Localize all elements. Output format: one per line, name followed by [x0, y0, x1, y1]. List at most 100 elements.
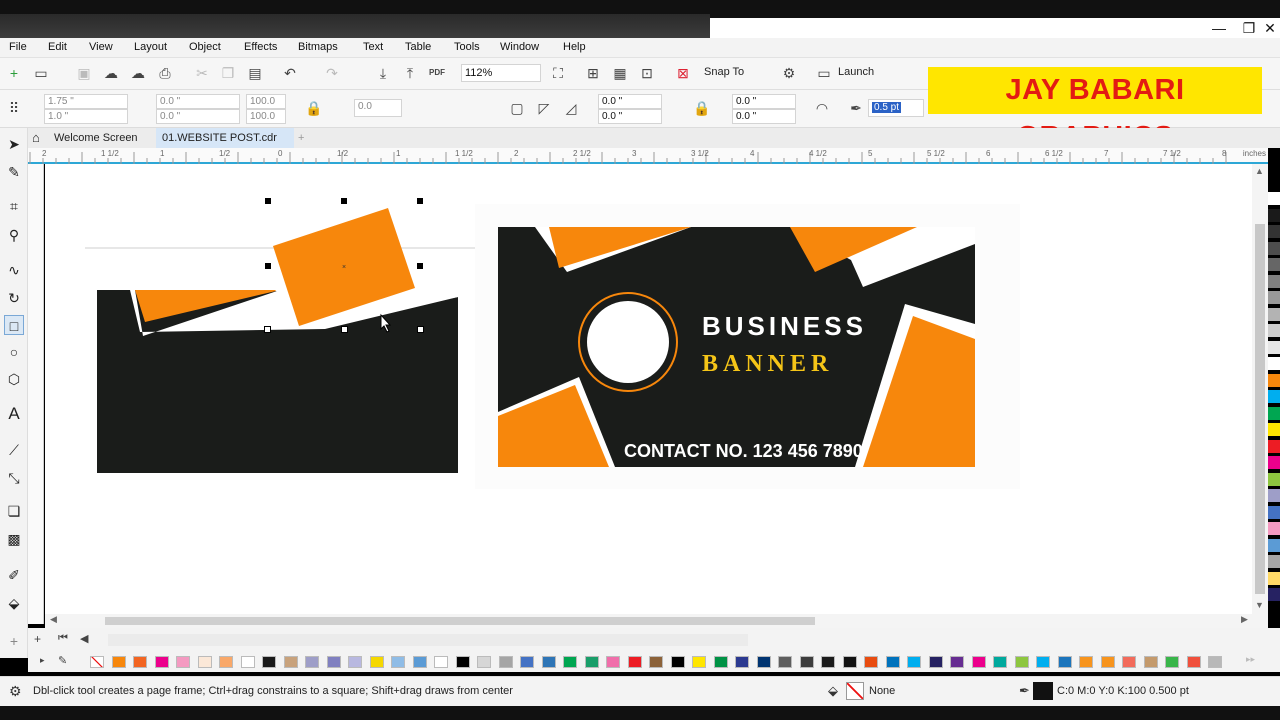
side-palette-swatch[interactable]	[1268, 307, 1280, 321]
menu-text[interactable]: Text	[363, 41, 383, 53]
paste-icon[interactable]: ▤	[245, 63, 265, 83]
palette-swatch[interactable]	[821, 656, 835, 668]
palette-swatch[interactable]	[1186, 656, 1201, 668]
scroll-down-icon[interactable]: ▼	[1255, 600, 1264, 610]
side-palette-swatch[interactable]	[1268, 241, 1280, 255]
logo-circle[interactable]	[587, 301, 669, 383]
add-tool-icon[interactable]: +	[4, 631, 24, 651]
palette-swatch[interactable]	[111, 656, 126, 668]
palette-swatch[interactable]	[498, 656, 513, 668]
palette-swatch[interactable]	[1079, 656, 1093, 668]
palette-swatch[interactable]	[993, 656, 1007, 668]
snap-off-icon[interactable]: ⊠	[673, 63, 693, 83]
side-palette-swatch[interactable]	[1268, 588, 1280, 601]
palette-swatch[interactable]	[283, 656, 298, 668]
side-palette-swatch[interactable]	[1268, 357, 1280, 370]
save-icon[interactable]: ▣	[74, 63, 94, 83]
docked-color-palette[interactable]	[1268, 164, 1280, 634]
palette-scroll-icon[interactable]: ▸▸	[1246, 654, 1255, 665]
zoom-level-input[interactable]: 112%	[461, 64, 541, 82]
menu-edit[interactable]: Edit	[48, 41, 67, 53]
previous-page-icon[interactable]: ◀	[80, 632, 88, 645]
side-palette-swatch[interactable]	[1268, 340, 1280, 354]
outline-width-field[interactable]: 0.5 pt	[868, 99, 924, 117]
palette-swatch[interactable]	[90, 656, 104, 668]
transparency-icon[interactable]: ▩	[4, 529, 24, 549]
side-palette-swatch[interactable]	[1268, 538, 1280, 552]
add-page-icon[interactable]: +	[34, 632, 41, 646]
palette-swatch[interactable]	[563, 656, 577, 668]
palette-swatch[interactable]	[477, 656, 491, 668]
palette-swatch[interactable]	[1036, 656, 1050, 668]
horizontal-scroll-thumb[interactable]	[105, 617, 815, 625]
corner-radius-bottom-left[interactable]: 0.0 "	[598, 109, 662, 124]
drop-shadow-icon[interactable]: ❏	[4, 501, 24, 521]
full-screen-icon[interactable]: ⛶	[548, 63, 568, 83]
scroll-right-icon[interactable]: ▶	[1241, 614, 1248, 625]
palette-swatch[interactable]	[176, 656, 190, 668]
menu-file[interactable]: File	[9, 41, 27, 53]
outline-pen-icon[interactable]: ✒	[846, 98, 866, 118]
minimize-button[interactable]: —	[1204, 18, 1234, 38]
side-palette-swatch[interactable]	[1268, 439, 1280, 453]
show-guidelines-icon[interactable]: ⊡	[637, 63, 657, 83]
side-palette-swatch[interactable]	[1268, 208, 1280, 222]
palette-swatch[interactable]	[713, 656, 728, 668]
palette-swatch[interactable]	[1165, 656, 1179, 668]
palette-swatch[interactable]	[369, 656, 384, 668]
scale-height-field[interactable]: 100.0	[246, 109, 286, 124]
round-corner-icon[interactable]: ▢	[507, 98, 527, 118]
palette-swatch[interactable]	[1122, 656, 1136, 668]
status-gear-icon[interactable]: ⚙	[9, 683, 22, 700]
cloud-download-icon[interactable]: ☁	[101, 63, 121, 83]
home-icon[interactable]: ⌂	[32, 130, 40, 145]
palette-swatch[interactable]	[584, 656, 599, 668]
first-page-icon[interactable]: ⏮	[58, 632, 68, 645]
publish-pdf-icon[interactable]: PDF	[427, 63, 447, 83]
palette-swatch[interactable]	[391, 656, 405, 668]
side-palette-swatch[interactable]	[1268, 406, 1280, 420]
palette-swatch[interactable]	[735, 656, 749, 668]
horizontal-ruler[interactable]: 2 1 1/2 1 1/2 0 1/2 1 1 1/2 2 2 1/2 3 3 1/2 4 4 1/2 5 5…	[28, 148, 1268, 164]
side-palette-swatch[interactable]	[1268, 225, 1280, 238]
width-field[interactable]: 0.0 "	[156, 94, 240, 109]
relative-corner-scaling-icon[interactable]: ◠	[812, 98, 832, 118]
palette-swatch[interactable]	[950, 656, 964, 668]
corner-lock-icon[interactable]: 🔒	[692, 98, 712, 118]
export-icon[interactable]: ⤒	[400, 63, 420, 83]
tab-document[interactable]: 01.WEBSITE POST.cdr	[156, 128, 294, 148]
freehand-tool-icon[interactable]: ∿	[4, 260, 24, 280]
polygon-tool-icon[interactable]: ⬡	[4, 369, 24, 389]
connector-tool-icon[interactable]: ⤡	[4, 468, 24, 488]
palette-swatch[interactable]	[219, 656, 233, 668]
palette-swatch[interactable]	[1208, 656, 1222, 668]
palette-swatch[interactable]	[305, 656, 319, 668]
palette-expand-icon[interactable]: ▸	[40, 655, 45, 666]
scroll-left-icon[interactable]: ◀	[50, 614, 57, 625]
lock-ratio-icon[interactable]: 🔒	[304, 98, 324, 118]
close-button[interactable]: ✕	[1260, 18, 1280, 38]
menu-object[interactable]: Object	[189, 41, 221, 53]
side-palette-swatch[interactable]	[1268, 505, 1280, 519]
vertical-ruler[interactable]	[28, 164, 44, 624]
palette-swatch[interactable]	[756, 656, 771, 668]
horizontal-scrollbar[interactable]: ◀ ▶	[45, 614, 1268, 628]
undo-icon[interactable]: ↶	[280, 63, 300, 83]
launch-dropdown[interactable]: Launch	[838, 66, 874, 78]
launch-icon[interactable]: ▭	[814, 63, 834, 83]
rotation-angle-field[interactable]: 0.0	[354, 99, 402, 117]
menu-effects[interactable]: Effects	[244, 41, 277, 53]
palette-swatch[interactable]	[348, 656, 362, 668]
cut-icon[interactable]: ✂	[192, 63, 212, 83]
print-icon[interactable]: ⎙	[155, 63, 175, 83]
crop-tool-icon[interactable]: ⌗	[4, 196, 24, 216]
corner-radius-top-right[interactable]: 0.0 "	[732, 94, 796, 109]
tab-welcome-screen[interactable]: Welcome Screen	[48, 128, 158, 148]
palette-swatch[interactable]	[670, 656, 685, 668]
palette-swatch[interactable]	[864, 656, 878, 668]
palette-eyedropper-icon[interactable]: ✎	[58, 654, 67, 667]
palette-swatch[interactable]	[1100, 656, 1115, 668]
height-field[interactable]: 0.0 "	[156, 109, 240, 124]
palette-swatch[interactable]	[541, 656, 556, 668]
snap-to-dropdown[interactable]: Snap To	[704, 66, 744, 78]
